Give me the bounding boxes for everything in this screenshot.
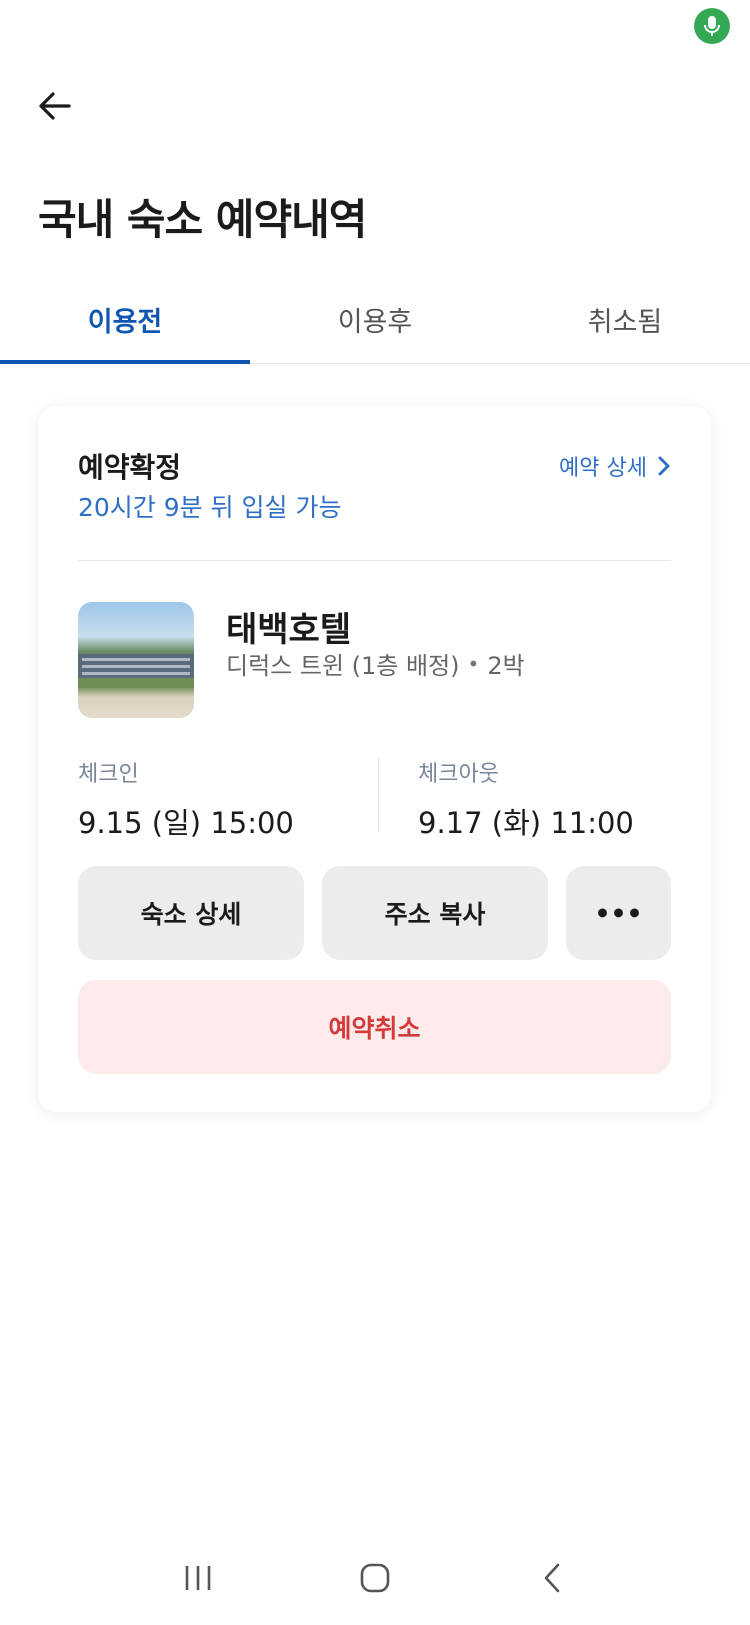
booking-detail-link[interactable]: 예약 상세 bbox=[559, 450, 671, 482]
back-button[interactable] bbox=[32, 84, 76, 128]
chevron-left-icon bbox=[544, 1563, 559, 1592]
chevron-right-icon bbox=[658, 456, 670, 476]
booking-detail-label: 예약 상세 bbox=[559, 456, 647, 481]
divider bbox=[78, 560, 671, 561]
tab-cancelled[interactable]: 취소됨 bbox=[500, 276, 750, 363]
checkin-countdown: 20시간 9분 뒤 입실 가능 bbox=[78, 493, 342, 522]
hotel-thumbnail[interactable] bbox=[78, 602, 194, 718]
checkout-label: 체크아웃 bbox=[418, 762, 499, 787]
room-info: 디럭스 트윈 (1층 배정) • 2박 bbox=[226, 646, 525, 681]
checkin-block: 체크인 9.15 (일) 15:00 bbox=[78, 756, 294, 842]
page-title: 국내 숙소 예약내역 bbox=[38, 195, 367, 244]
copy-address-button[interactable]: 주소 복사 bbox=[322, 866, 548, 960]
recent-apps-button[interactable] bbox=[168, 1548, 228, 1608]
hotel-detail-button[interactable]: 숙소 상세 bbox=[78, 866, 304, 960]
recent-apps-icon bbox=[186, 1565, 211, 1590]
tab-upcoming[interactable]: 이용전 bbox=[0, 276, 250, 364]
more-button[interactable]: ••• bbox=[566, 866, 671, 960]
checkin-value: 9.15 (일) 15:00 bbox=[78, 806, 294, 840]
home-icon bbox=[360, 1563, 390, 1592]
page: 국내 숙소 예약내역 이용전 이용후 취소됨 예약확정 20시간 9분 뒤 입실… bbox=[0, 0, 750, 1625]
checkin-label: 체크인 bbox=[78, 762, 139, 787]
tab-completed[interactable]: 이용후 bbox=[250, 276, 500, 363]
separator-dot: • bbox=[467, 651, 480, 676]
cancel-booking-button[interactable]: 예약취소 bbox=[78, 980, 671, 1074]
nights: 2박 bbox=[487, 652, 525, 680]
system-nav-bar bbox=[0, 1530, 750, 1625]
arrow-left-icon bbox=[39, 92, 71, 120]
checkout-block: 체크아웃 9.17 (화) 11:00 bbox=[418, 756, 634, 842]
tab-bar: 이용전 이용후 취소됨 bbox=[0, 276, 750, 364]
booking-status: 예약확정 bbox=[78, 451, 182, 484]
booking-card: 예약확정 20시간 9분 뒤 입실 가능 예약 상세 태백호텔 디럭스 트윈 (… bbox=[38, 406, 711, 1112]
microphone-icon[interactable] bbox=[694, 8, 730, 44]
system-back-button[interactable] bbox=[522, 1548, 582, 1608]
hotel-name: 태백호텔 bbox=[226, 610, 352, 650]
home-button[interactable] bbox=[345, 1548, 405, 1608]
room-type: 디럭스 트윈 (1층 배정) bbox=[226, 652, 460, 680]
vertical-divider bbox=[378, 758, 379, 832]
checkout-value: 9.17 (화) 11:00 bbox=[418, 806, 634, 840]
